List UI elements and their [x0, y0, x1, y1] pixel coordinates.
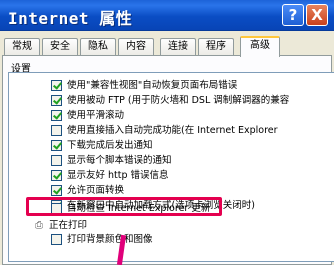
window-title: Internet 属性 [8, 9, 133, 28]
setting-label: 显示每个脚本错误的通知 [67, 155, 172, 166]
setting-row[interactable]: 显示友好 http 错误信息 [9, 169, 334, 182]
setting-row[interactable]: 打印背景颜色和图像 [9, 233, 334, 246]
setting-label: 使用平滑滚动 [67, 110, 125, 121]
setting-label: 使用"兼容性视图"自动恢复页面布局错误 [67, 80, 238, 91]
setting-checkbox[interactable] [51, 170, 62, 181]
setting-label: 允许页面转换 [67, 185, 125, 196]
setting-label: 显示友好 http 错误信息 [67, 170, 169, 181]
setting-checkbox[interactable] [51, 110, 62, 121]
help-button[interactable]: ? [282, 4, 304, 26]
section-label: 正在打印 [49, 220, 88, 231]
setting-checkbox[interactable] [51, 95, 62, 106]
tab-advanced[interactable]: 高级 [240, 36, 280, 57]
setting-checkbox[interactable] [51, 80, 62, 91]
tab-programs[interactable]: 程序 [198, 38, 234, 55]
setting-row[interactable]: 显示每个脚本错误的通知 [9, 154, 334, 167]
setting-row[interactable]: 使用"兼容性视图"自动恢复页面布局错误 [9, 79, 334, 92]
setting-row[interactable]: 使用平滑滚动 [9, 109, 334, 122]
setting-label: 打印背景颜色和图像 [67, 234, 153, 245]
settings-list[interactable]: 使用"兼容性视图"自动恢复页面布局错误 使用被动 FTP (用于防火墙和 DSL… [8, 72, 334, 262]
setting-checkbox[interactable] [51, 234, 62, 245]
print-section-header: ⎙ 正在打印 [9, 219, 334, 232]
setting-label: 使用直接插入自动完成功能(在 Internet Explorer [67, 125, 278, 136]
setting-row[interactable]: 使用直接插入自动完成功能(在 Internet Explorer [9, 124, 334, 137]
close-button[interactable]: X [306, 4, 328, 26]
tab-connections[interactable]: 连接 [160, 38, 196, 55]
title-bar: Internet 属性 ? X [0, 0, 334, 31]
setting-label: 下载完成后发出通知 [67, 140, 153, 151]
highlight-box [26, 197, 222, 216]
setting-checkbox[interactable] [51, 155, 62, 166]
printer-icon: ⎙ [35, 220, 43, 231]
setting-label: 使用被动 FTP (用于防火墙和 DSL 调制解调器的兼容 [67, 95, 290, 106]
setting-row[interactable]: 使用被动 FTP (用于防火墙和 DSL 调制解调器的兼容 [9, 94, 334, 107]
tab-privacy[interactable]: 隐私 [80, 38, 116, 55]
tab-general[interactable]: 常规 [4, 38, 40, 55]
tab-security[interactable]: 安全 [42, 38, 78, 55]
setting-checkbox[interactable] [51, 185, 62, 196]
setting-checkbox[interactable] [51, 125, 62, 136]
setting-row[interactable]: 下载完成后发出通知 [9, 139, 334, 152]
setting-row[interactable]: 允许页面转换 [9, 184, 334, 197]
setting-checkbox[interactable] [51, 140, 62, 151]
tab-content[interactable]: 内容 [118, 38, 154, 55]
